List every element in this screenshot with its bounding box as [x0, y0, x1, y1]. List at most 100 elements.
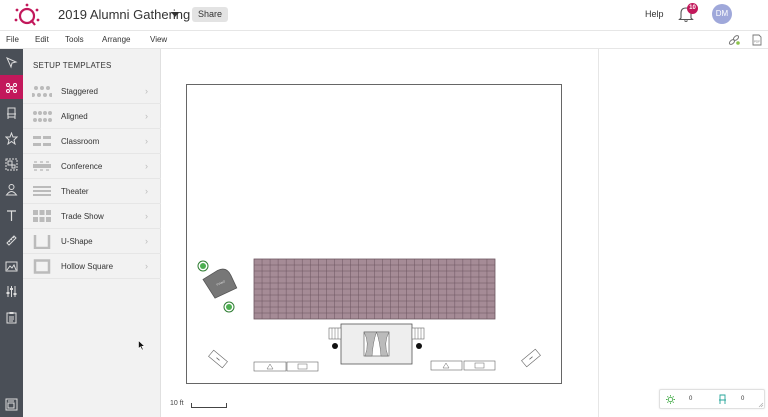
chevron-right-icon: › [145, 211, 148, 221]
template-staggered[interactable]: Staggered › [23, 79, 161, 104]
chevron-right-icon: › [145, 261, 148, 271]
clipboard-icon [6, 311, 17, 323]
seat-count: 0 [741, 396, 745, 402]
conference-icon [33, 161, 51, 171]
template-label: Aligned [61, 112, 88, 121]
classroom-icon [33, 136, 51, 146]
floorplan-tool[interactable] [0, 392, 23, 416]
notification-badge: 10 [687, 3, 698, 14]
template-trade-show[interactable]: Trade Show › [23, 204, 161, 229]
chevron-right-icon: › [145, 86, 148, 96]
scale-bar [191, 403, 227, 408]
star-icon [5, 131, 18, 145]
chair-tool[interactable] [0, 101, 23, 125]
aligned-icon [33, 111, 52, 122]
settings-sliders-icon [6, 285, 17, 297]
template-label: Theater [61, 187, 89, 196]
select-icon [6, 56, 18, 69]
room-layout: PIANO [197, 258, 541, 372]
equipment-table-3[interactable] [430, 360, 463, 371]
panel-title: SETUP TEMPLATES [33, 61, 112, 70]
template-label: Classroom [61, 137, 100, 146]
group-icon [5, 158, 18, 170]
hollow-square-icon [33, 259, 51, 274]
equipment-table-1[interactable] [253, 361, 287, 372]
stage-stairs-right[interactable] [411, 327, 425, 340]
app-logo-icon[interactable] [13, 2, 41, 28]
text-icon [7, 209, 16, 221]
speaker-right[interactable] [416, 343, 422, 349]
image-icon [5, 261, 18, 271]
resize-handle-icon[interactable] [758, 402, 764, 408]
floorplan-canvas[interactable]: PIANO 10 ft [162, 49, 598, 417]
chair-icon [719, 394, 726, 404]
chevron-right-icon: › [145, 186, 148, 196]
plant-bottom[interactable] [223, 301, 235, 313]
image-tool[interactable] [0, 254, 23, 278]
person-icon [5, 183, 18, 195]
left-toolbar [0, 49, 23, 417]
template-label: Conference [61, 162, 103, 171]
properties-divider [598, 49, 599, 417]
scale-label: 10 ft [170, 400, 184, 407]
menu-arrange[interactable]: Arrange [102, 35, 130, 44]
room-outline[interactable]: PIANO [186, 84, 562, 384]
adjust-tool[interactable] [0, 279, 23, 303]
trade-show-icon [33, 210, 51, 222]
corner-table-left[interactable] [208, 349, 228, 369]
group-tool[interactable] [0, 152, 23, 176]
chevron-down-icon[interactable] [171, 12, 179, 17]
chevron-right-icon: › [145, 161, 148, 171]
equipment-table-4[interactable] [463, 360, 496, 371]
counts-widget: 0 0 [659, 389, 765, 409]
guest-tool[interactable] [0, 177, 23, 201]
chair-icon [7, 107, 16, 119]
setup-templates-tool[interactable] [0, 75, 23, 99]
menu-view[interactable]: View [150, 35, 167, 44]
template-aligned[interactable]: Aligned › [23, 104, 161, 129]
chevron-right-icon: › [145, 111, 148, 121]
pdf-icon[interactable]: PDF [751, 34, 763, 46]
favorites-tool[interactable] [0, 126, 23, 150]
equipment-table-2[interactable] [286, 361, 319, 372]
curtain-icon [363, 331, 390, 357]
measure-tool[interactable] [0, 228, 23, 252]
template-u-shape[interactable]: U-Shape › [23, 229, 161, 254]
template-label: Hollow Square [61, 262, 114, 271]
menu-tools[interactable]: Tools [65, 35, 84, 44]
ruler-icon [6, 234, 17, 246]
stage-stairs-left[interactable] [328, 327, 342, 340]
help-link[interactable]: Help [645, 9, 664, 19]
notes-tool[interactable] [0, 305, 23, 329]
guests-icon [666, 395, 675, 404]
corner-table-right[interactable] [521, 348, 541, 368]
staggered-icon [32, 86, 52, 97]
u-shape-icon [33, 235, 51, 249]
setup-templates-panel: SETUP TEMPLATES Staggered › Aligned › Cl… [23, 49, 161, 417]
menu-edit[interactable]: Edit [35, 35, 49, 44]
template-conference[interactable]: Conference › [23, 154, 161, 179]
mouse-cursor-icon [138, 340, 146, 351]
text-tool[interactable] [0, 203, 23, 227]
template-classroom[interactable]: Classroom › [23, 129, 161, 154]
chevron-right-icon: › [145, 236, 148, 246]
template-theater[interactable]: Theater › [23, 179, 161, 204]
avatar[interactable]: DM [712, 4, 732, 24]
speaker-left[interactable] [332, 343, 338, 349]
share-button[interactable]: Share [192, 7, 229, 22]
menu-file[interactable]: File [6, 35, 19, 44]
template-label: Trade Show [61, 212, 104, 221]
floorplan-icon [5, 398, 18, 410]
theater-icon [33, 186, 51, 196]
select-tool[interactable] [0, 50, 23, 74]
link-icon[interactable] [728, 34, 740, 46]
template-hollow-square[interactable]: Hollow Square › [23, 254, 161, 279]
setup-templates-icon [6, 82, 17, 93]
top-bar: 2019 Alumni Gathering Share Help 10 DM [0, 0, 768, 31]
chevron-right-icon: › [145, 136, 148, 146]
svg-text:PDF: PDF [754, 40, 760, 44]
plant-top[interactable] [197, 260, 209, 272]
menu-bar: File Edit Tools Arrange View PDF [0, 31, 768, 49]
template-label: U-Shape [61, 237, 93, 246]
guest-count: 0 [689, 396, 693, 402]
